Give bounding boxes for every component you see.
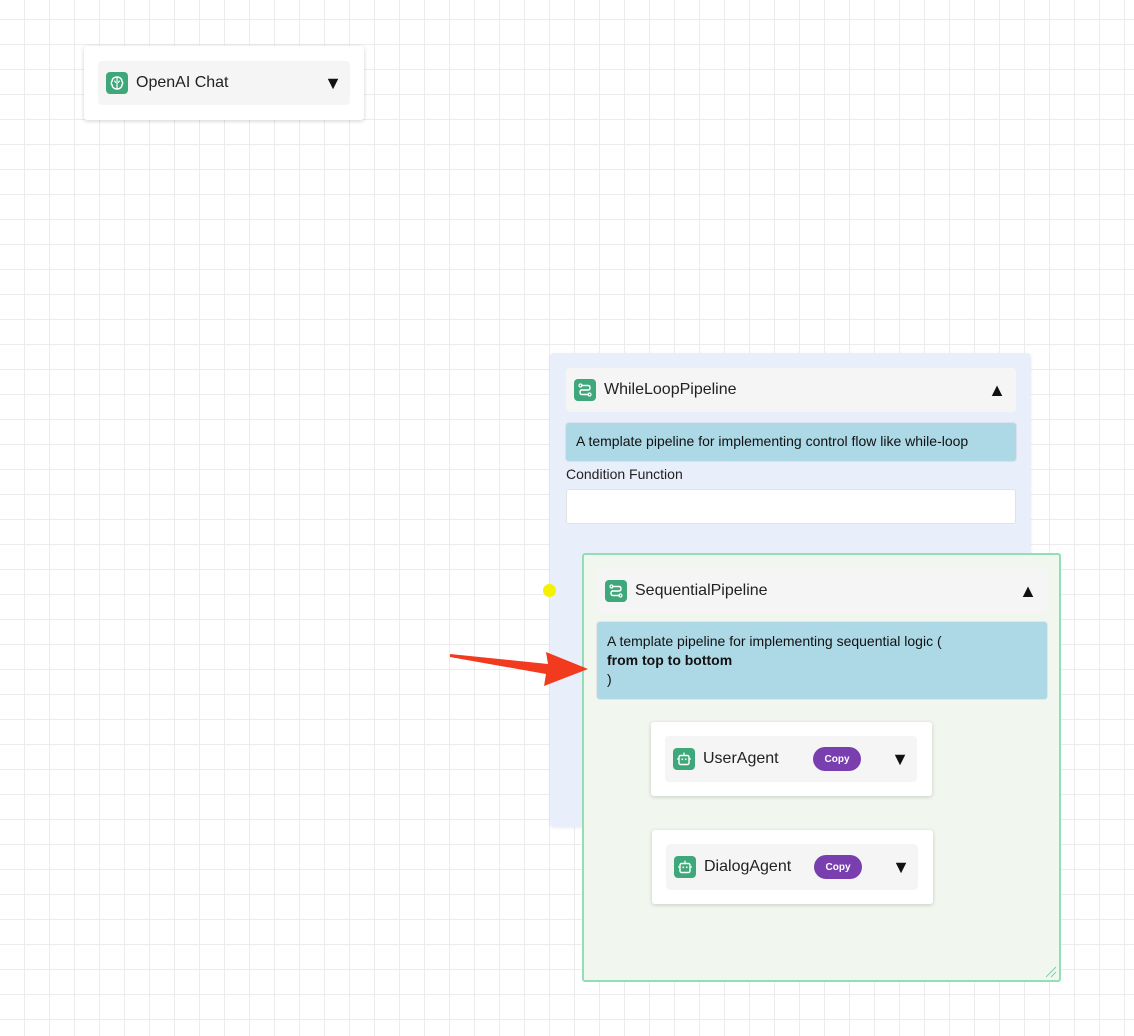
pipeline-description: A template pipeline for implementing con… — [566, 423, 1016, 461]
collapse-toggle-icon[interactable]: ▲ — [1019, 582, 1037, 600]
robot-icon — [673, 748, 695, 770]
expand-toggle-icon[interactable]: ▼ — [324, 74, 342, 92]
copy-button[interactable]: Copy — [813, 747, 861, 771]
node-title: WhileLoopPipeline — [604, 381, 737, 398]
copy-button[interactable]: Copy — [814, 855, 862, 879]
expand-toggle-icon[interactable]: ▼ — [891, 750, 909, 768]
robot-icon — [674, 856, 696, 878]
description-line-bold: from top to bottom — [607, 652, 733, 668]
while-loop-header[interactable]: WhileLoopPipeline ▲ — [566, 368, 1016, 412]
openai-chat-header[interactable]: OpenAI Chat ▼ — [98, 61, 350, 105]
description-line: ) — [607, 671, 612, 687]
node-title: UserAgent — [703, 750, 779, 767]
pipeline-icon — [574, 379, 596, 401]
user-agent-header[interactable]: UserAgent Copy ▼ — [665, 736, 917, 782]
openai-chat-node[interactable]: OpenAI Chat ▼ — [84, 46, 364, 120]
node-title: DialogAgent — [704, 858, 792, 875]
pipeline-description: A template pipeline for implementing seq… — [597, 622, 1047, 699]
pipeline-icon — [605, 580, 627, 602]
brain-icon — [106, 72, 128, 94]
collapse-toggle-icon[interactable]: ▲ — [988, 381, 1006, 399]
user-agent-node[interactable]: UserAgent Copy ▼ — [651, 722, 932, 796]
node-title: OpenAI Chat — [136, 74, 229, 91]
expand-toggle-icon[interactable]: ▼ — [892, 858, 910, 876]
condition-function-input[interactable] — [566, 489, 1016, 524]
connection-handle[interactable] — [543, 584, 556, 597]
dialog-agent-header[interactable]: DialogAgent Copy ▼ — [666, 844, 918, 890]
node-title: SequentialPipeline — [635, 582, 768, 599]
description-line: A template pipeline for implementing seq… — [607, 633, 942, 649]
annotation-arrow-icon — [450, 652, 588, 686]
dialog-agent-node[interactable]: DialogAgent Copy ▼ — [652, 830, 933, 904]
condition-function-label: Condition Function — [566, 466, 683, 482]
sequential-pipeline-header[interactable]: SequentialPipeline ▲ — [597, 569, 1047, 613]
resize-handle-icon[interactable] — [1043, 964, 1057, 978]
